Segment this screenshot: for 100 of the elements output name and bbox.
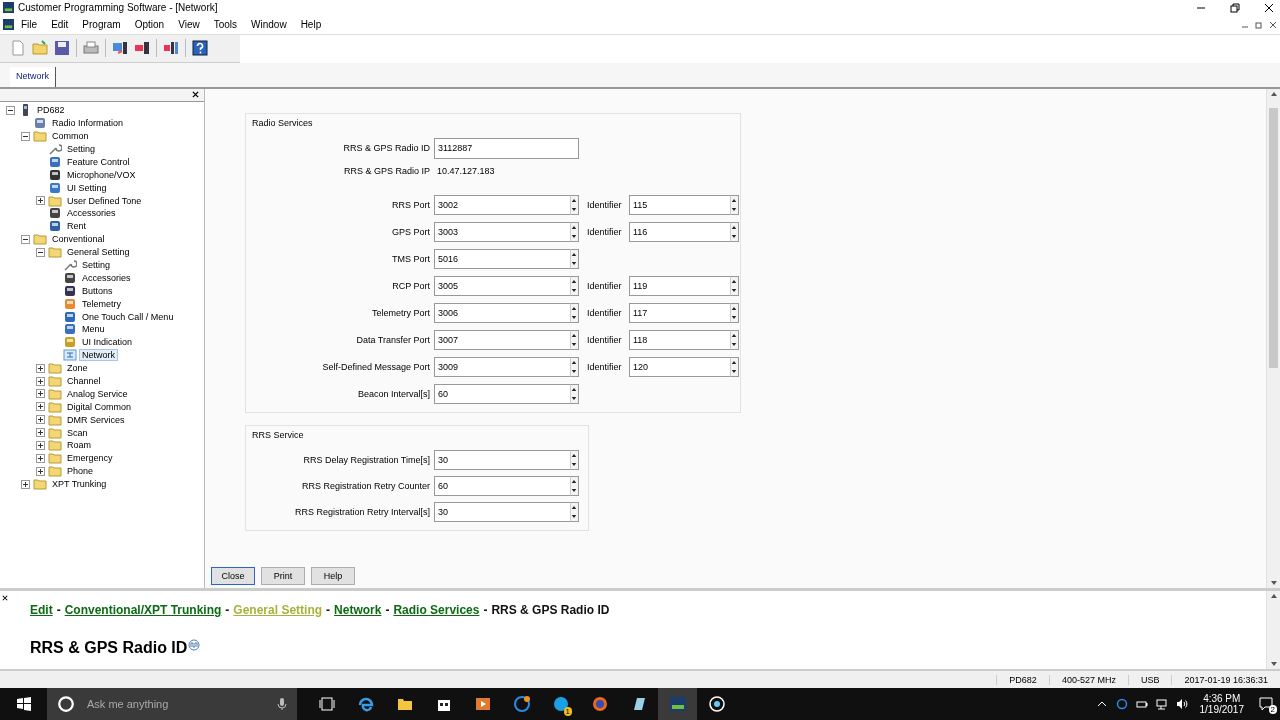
- restore-icon[interactable]: [1230, 3, 1240, 13]
- close-icon[interactable]: [1264, 3, 1274, 13]
- spin-button[interactable]: [569, 194, 579, 215]
- write-radio-icon[interactable]: [134, 40, 150, 57]
- tree-item[interactable]: Menu: [80, 324, 107, 335]
- spin-up-icon[interactable]: [571, 251, 578, 257]
- spin-field[interactable]: 3007: [434, 329, 570, 350]
- spin-button[interactable]: [569, 501, 579, 522]
- search-field[interactable]: Ask me anything: [85, 697, 267, 711]
- spin-up-icon[interactable]: [571, 478, 578, 484]
- collapse-icon[interactable]: [36, 247, 45, 257]
- menubar-entry[interactable]: Edit: [44, 19, 76, 31]
- breadcrumb-link[interactable]: Edit: [30, 603, 53, 618]
- tree-item[interactable]: Scan: [65, 427, 90, 438]
- spin-button[interactable]: [729, 275, 739, 296]
- ring-icon[interactable]: [57, 695, 75, 713]
- spin-field[interactable]: 117: [629, 302, 730, 323]
- menubar-entry[interactable]: View: [171, 19, 207, 31]
- spin-up-icon[interactable]: [731, 224, 738, 230]
- spin-up-icon[interactable]: [571, 278, 578, 284]
- windows-start-icon[interactable]: [16, 696, 32, 712]
- spin-field[interactable]: 30: [434, 449, 570, 470]
- tree-item[interactable]: Radio Information: [50, 118, 126, 129]
- spin-down-icon[interactable]: [731, 287, 738, 293]
- dialog-button[interactable]: Help: [311, 567, 355, 586]
- expand-icon[interactable]: [36, 196, 45, 206]
- tree-item[interactable]: Setting: [65, 143, 98, 154]
- spin-button[interactable]: [569, 475, 579, 496]
- close-icon[interactable]: [192, 90, 199, 98]
- spin-button[interactable]: [729, 302, 739, 323]
- expand-icon[interactable]: [21, 479, 30, 489]
- expand-icon[interactable]: [36, 376, 45, 386]
- tree-item[interactable]: Telemetry: [80, 298, 123, 309]
- spin-down-icon[interactable]: [571, 260, 578, 266]
- battery-icon[interactable]: [1135, 698, 1148, 710]
- spin-field[interactable]: 118: [629, 329, 730, 350]
- spin-button[interactable]: [729, 221, 739, 242]
- tree-item[interactable]: One Touch Call / Menu: [80, 311, 176, 322]
- spin-field[interactable]: 3005: [434, 275, 570, 296]
- tree-item[interactable]: Accessories: [65, 208, 118, 219]
- menubar-entry[interactable]: Window: [244, 19, 294, 31]
- tab[interactable]: Network: [10, 66, 56, 87]
- spin-up-icon[interactable]: [731, 332, 738, 338]
- expand-icon[interactable]: [36, 389, 45, 399]
- spin-up-icon[interactable]: [571, 452, 578, 458]
- spin-field[interactable]: 3009: [434, 356, 570, 377]
- spin-up-icon[interactable]: [571, 224, 578, 230]
- tree-item[interactable]: Channel: [65, 376, 103, 386]
- spin-down-icon[interactable]: [571, 341, 578, 347]
- save-icon[interactable]: [54, 40, 70, 57]
- scroll-down-icon[interactable]: [1269, 580, 1278, 587]
- expand-icon[interactable]: [36, 453, 45, 463]
- expand-icon[interactable]: [36, 402, 45, 412]
- spin-down-icon[interactable]: [571, 206, 578, 212]
- spin-down-icon[interactable]: [571, 487, 578, 493]
- tree-item[interactable]: Emergency: [65, 453, 115, 464]
- spin-field[interactable]: 3003: [434, 221, 570, 242]
- spin-button[interactable]: [569, 302, 579, 323]
- spin-field[interactable]: 30: [434, 501, 570, 522]
- scroll-thumb[interactable]: [1269, 108, 1278, 369]
- spin-field[interactable]: 5016: [434, 248, 570, 269]
- tree-item[interactable]: Zone: [65, 363, 90, 374]
- tree-item[interactable]: Setting: [80, 260, 113, 270]
- tree-item[interactable]: Phone: [65, 466, 96, 477]
- spin-field[interactable]: 116: [629, 221, 730, 242]
- menubar-entry[interactable]: Help: [293, 19, 329, 31]
- spin-up-icon[interactable]: [731, 278, 738, 284]
- help-icon[interactable]: [192, 40, 208, 57]
- tree-item[interactable]: Accessories: [80, 272, 133, 283]
- spin-up-icon[interactable]: [571, 332, 578, 338]
- tree-item[interactable]: UI Indication: [80, 337, 135, 348]
- expand-icon[interactable]: [36, 440, 45, 450]
- spin-down-icon[interactable]: [731, 233, 738, 239]
- tree-item[interactable]: General Setting: [65, 247, 132, 258]
- spin-down-icon[interactable]: [571, 513, 578, 519]
- tree-item[interactable]: Roam: [65, 440, 93, 451]
- tree-item[interactable]: Network: [80, 350, 117, 361]
- input-field[interactable]: 3112887: [434, 137, 579, 159]
- tree-item[interactable]: User Defined Tone: [65, 195, 144, 206]
- spin-field[interactable]: 115: [629, 194, 730, 215]
- spin-up-icon[interactable]: [571, 197, 578, 203]
- spin-down-icon[interactable]: [731, 314, 738, 320]
- read-radio-icon[interactable]: [112, 40, 128, 57]
- spin-button[interactable]: [729, 194, 739, 215]
- tree-item[interactable]: XPT Trunking: [50, 479, 109, 490]
- spin-down-icon[interactable]: [731, 341, 738, 347]
- expand-icon[interactable]: [36, 363, 45, 373]
- clone-radio-icon[interactable]: [163, 40, 179, 57]
- speaker-icon[interactable]: [1175, 698, 1188, 710]
- menubar-entry[interactable]: Option: [127, 19, 172, 31]
- spin-up-icon[interactable]: [571, 305, 578, 311]
- spin-down-icon[interactable]: [571, 233, 578, 239]
- scrollbar[interactable]: [1266, 591, 1280, 669]
- spin-field[interactable]: 119: [629, 275, 730, 296]
- menubar-entry[interactable]: File: [14, 19, 45, 31]
- spin-button[interactable]: [729, 356, 739, 377]
- tree-item[interactable]: PD682: [35, 105, 67, 116]
- scrollbar[interactable]: [1266, 88, 1280, 589]
- spin-button[interactable]: [569, 383, 579, 404]
- spin-button[interactable]: [569, 449, 579, 470]
